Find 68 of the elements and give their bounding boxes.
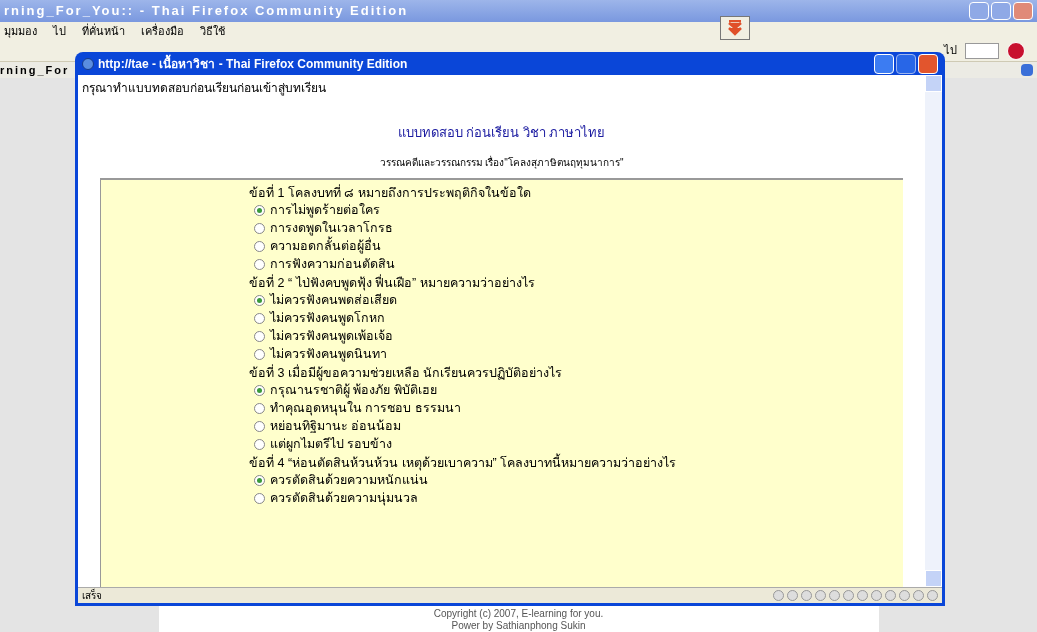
radio-button[interactable] bbox=[254, 205, 265, 216]
menu-item[interactable]: มุมมอง bbox=[4, 22, 37, 40]
option-label: ควรตัดสินด้วยความนุ่มนวล bbox=[270, 490, 418, 508]
status-text: เสร็จ bbox=[82, 588, 102, 603]
media-control-button[interactable] bbox=[899, 590, 910, 601]
option-label: หย่อนทิฐิมานะ อ่อนน้อม bbox=[270, 418, 402, 436]
window-title: http://tae - เนื้อหาวิชา - Thai Firefox Community Edition bbox=[98, 54, 408, 73]
option-label: แต่ผูกไมตรีไป รอบข้าง bbox=[270, 436, 393, 454]
close-button[interactable] bbox=[918, 53, 938, 74]
option-label: การฟังความก่อนตัดสิน bbox=[270, 256, 395, 274]
option-label: การงดพูดในเวลาโกรธ bbox=[270, 220, 393, 237]
footer-text: Copyright (c) 2007, E-learning for you. bbox=[433, 608, 604, 620]
search-field[interactable] bbox=[965, 42, 999, 59]
radio-button[interactable] bbox=[254, 331, 265, 342]
option-label: ไม่ควรฟังคนพูดนินทา bbox=[270, 346, 387, 364]
tab-title[interactable]: rning_For bbox=[0, 61, 70, 79]
restore-button[interactable] bbox=[991, 2, 1011, 20]
double-chevron-icon bbox=[728, 20, 742, 36]
question-text: ข้อที่ 2 “ ไป่ฟังคบพูดฟุ้ง ฟื่นเฝือ” หมายความว่าอย่างไร bbox=[249, 273, 536, 292]
radio-button[interactable] bbox=[254, 403, 265, 414]
option-label: ไม่ควรฟังคนพูดเพ้อเจ้อ bbox=[270, 328, 393, 346]
download-button[interactable] bbox=[720, 16, 750, 40]
option-label: การไม่พูดร้ายต่อใคร bbox=[270, 202, 380, 220]
instruction-text: กรุณาทำแบบทดสอบก่อนเรียนก่อนเข้าสู่บทเรียน bbox=[81, 80, 327, 97]
menu-item[interactable]: เครื่องมือ bbox=[141, 22, 184, 40]
option-label: ทำคุณอุดหนุนใน การชอบ ธรรมนา bbox=[270, 400, 461, 418]
radio-button[interactable] bbox=[254, 223, 265, 234]
media-control-button[interactable] bbox=[913, 590, 924, 601]
media-control-button[interactable] bbox=[773, 590, 784, 601]
footer-text: Power by Sathianphong Sukin bbox=[451, 620, 586, 632]
media-control-button[interactable] bbox=[885, 590, 896, 601]
maximize-button[interactable] bbox=[896, 53, 916, 74]
media-control-button[interactable] bbox=[815, 590, 826, 601]
option-label: กรุณานรชาติผู้ พ้องภัย พิบัติเฮย bbox=[270, 382, 437, 400]
radio-button[interactable] bbox=[254, 439, 265, 450]
quiz-heading: แบบทดสอบ ก่อนเรียน วิชา ภาษาไทย bbox=[396, 124, 607, 142]
globe-icon bbox=[82, 57, 94, 70]
radio-button[interactable] bbox=[254, 421, 265, 432]
question-text: ข้อที่ 3 เมื่อมีผู้ขอความช่วยเหลือ นักเรียนควรปฏิบัติอย่างไร bbox=[249, 363, 564, 382]
option-label: ความอดกลั้นต่อผู้อื่น bbox=[270, 237, 381, 256]
radio-button[interactable] bbox=[254, 385, 265, 396]
radio-button[interactable] bbox=[254, 493, 265, 504]
quiz-subheading: วรรณคดีและวรรณกรรม เรื่อง"โคลงสุภาษิตนฤทุมนาการ" bbox=[378, 154, 625, 170]
question-text: ข้อที่ 4 “ห่อนตัดสินห้วนห้วน เหตุด้วยเบาความ” โคลงบาทนี้หมายความว่าอย่างไร bbox=[249, 453, 678, 472]
option-label: ไม่ควรฟังคนพดส่อเสียด bbox=[270, 292, 397, 310]
radio-button[interactable] bbox=[254, 313, 265, 324]
media-control-button[interactable] bbox=[787, 590, 798, 601]
media-control-button[interactable] bbox=[801, 590, 812, 601]
media-control-button[interactable] bbox=[857, 590, 868, 601]
radio-button[interactable] bbox=[254, 349, 265, 360]
option-label: ควรตัดสินด้วยความหนักแน่น bbox=[270, 472, 428, 490]
go-button[interactable]: ไป bbox=[944, 42, 957, 59]
media-control-button[interactable] bbox=[843, 590, 854, 601]
menu-item[interactable]: ไป bbox=[53, 22, 66, 40]
menu-item[interactable]: วิธีใช้ bbox=[200, 22, 225, 40]
minimize-button[interactable] bbox=[874, 53, 894, 74]
radio-button[interactable] bbox=[254, 475, 265, 486]
radio-button[interactable] bbox=[254, 241, 265, 252]
radio-button[interactable] bbox=[254, 295, 265, 306]
close-tab-button[interactable] bbox=[1021, 64, 1033, 76]
media-control-button[interactable] bbox=[927, 590, 938, 601]
media-control-button[interactable] bbox=[871, 590, 882, 601]
window-title: rning_For_You:: - Thai Firefox Community Edition bbox=[4, 2, 409, 21]
option-label: ไม่ควรฟังคนพูดโกหก bbox=[270, 310, 385, 328]
media-control-button[interactable] bbox=[829, 590, 840, 601]
question-text: ข้อที่ 1 โคลงบทที่ ๘ หมายถึงการประพฤติกิจในข้อใด bbox=[249, 183, 532, 202]
radio-button[interactable] bbox=[254, 259, 265, 270]
menu-item[interactable]: ที่คั่นหน้า bbox=[82, 22, 125, 40]
